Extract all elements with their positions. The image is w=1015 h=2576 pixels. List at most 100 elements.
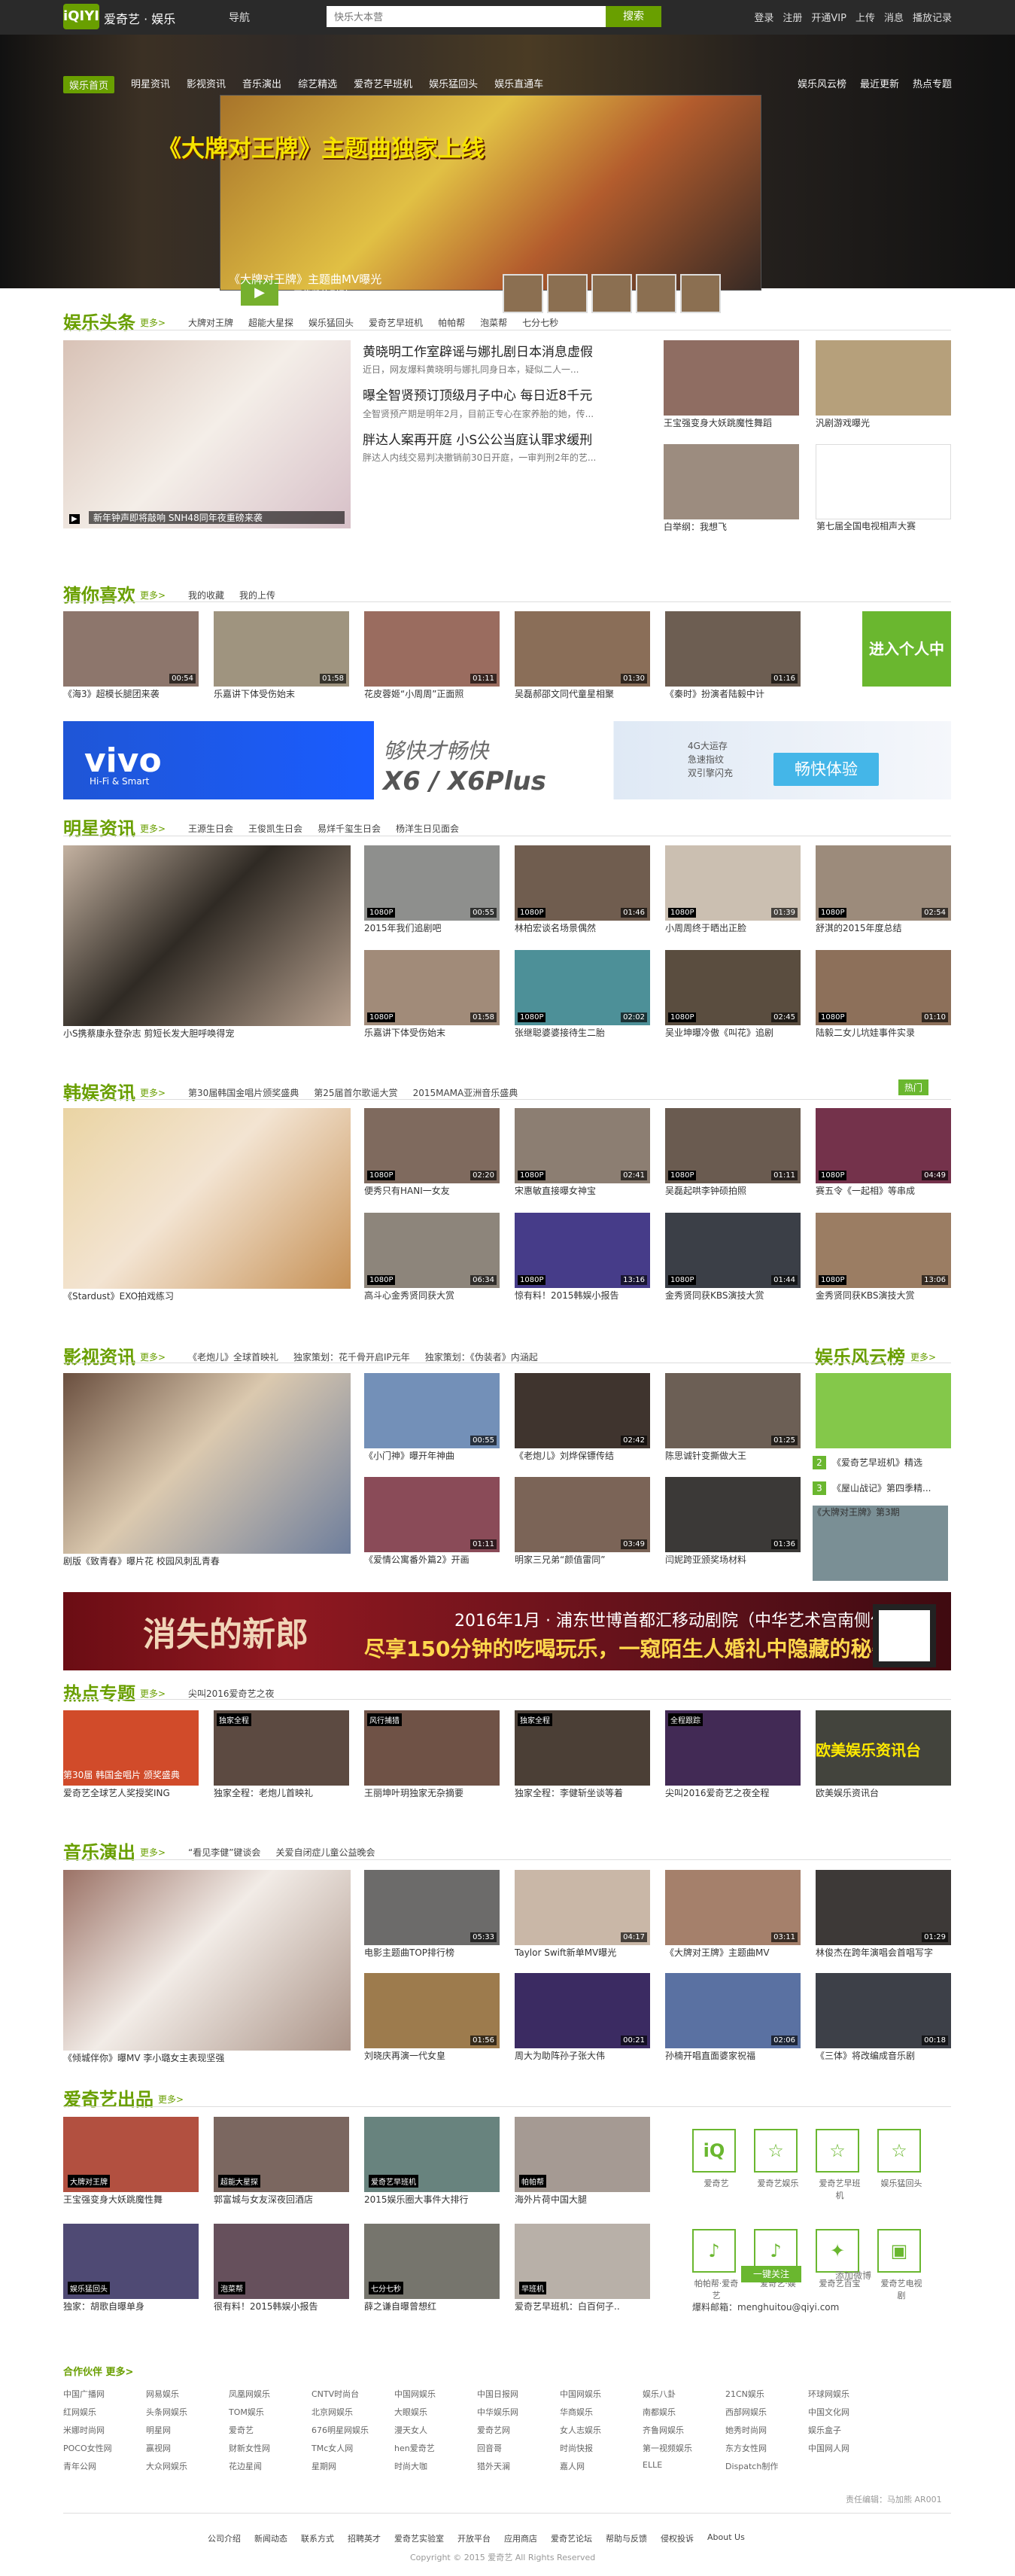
product-icon-6[interactable]: ♪ 爱奇艺·娱 bbox=[754, 2229, 802, 2301]
hero-thumb-1[interactable] bbox=[503, 274, 543, 313]
nav-morning[interactable]: 爱奇艺早班机 bbox=[354, 76, 412, 93]
partner-link-25[interactable]: 漫天女人 bbox=[394, 2424, 477, 2436]
partner-link-48[interactable]: ELLE bbox=[643, 2460, 725, 2472]
headline-item-2-title[interactable]: 曝全智贤预订顶级月子中心 每日近8千元 bbox=[363, 386, 641, 406]
korea-lead-card[interactable]: 《Stardust》EXO拍戏练习 bbox=[63, 1108, 351, 1302]
music-tab-2[interactable]: 关爱自闭症儿童公益晚会 bbox=[275, 1846, 375, 1859]
guess-card-5[interactable]: 01:16 《秦时》扮演者陆毅中计 bbox=[665, 611, 801, 699]
partner-link-44[interactable]: 星期网 bbox=[311, 2460, 394, 2472]
music-grid-1[interactable]: 05:33 电影主题曲TOP排行榜 bbox=[364, 1870, 500, 1958]
korea-grid-2[interactable]: 1080P 02:41 宋惠敏直接曝女神宝 bbox=[515, 1108, 650, 1196]
nav-film[interactable]: 影视资讯 bbox=[187, 76, 226, 93]
headline-right-card-1[interactable]: 王宝强变身大妖跳魔性舞蹈 bbox=[664, 340, 799, 428]
music-grid-3[interactable]: 03:11 《大牌对王牌》主题曲MV bbox=[665, 1870, 801, 1958]
star-grid-5[interactable]: 1080P 01:58 乐嘉讲下体受伤始末 bbox=[364, 950, 500, 1038]
korea-grid-7[interactable]: 1080P 01:44 金秀贤同获KBS演技大赏 bbox=[665, 1213, 801, 1301]
bottom-link-6[interactable]: 开放平台 bbox=[457, 2532, 491, 2544]
nav-stars[interactable]: 明星资讯 bbox=[131, 76, 170, 93]
search-button[interactable]: 搜索 bbox=[606, 6, 661, 27]
star-grid-8[interactable]: 1080P 01:10 陆毅二女儿坑娃事件实录 bbox=[816, 950, 951, 1038]
music-grid-8[interactable]: 00:18 《三体》将改编成音乐剧 bbox=[816, 1973, 951, 2061]
search-input[interactable] bbox=[327, 6, 606, 27]
partner-link-31[interactable]: POCO女性网 bbox=[63, 2442, 146, 2454]
partner-link-1[interactable]: 中国广播网 bbox=[63, 2388, 146, 2400]
nav-home[interactable]: 娱乐首页 bbox=[63, 76, 115, 93]
nav-express[interactable]: 娱乐直通车 bbox=[494, 76, 543, 93]
partner-link-16[interactable]: 中华娱乐网 bbox=[477, 2406, 560, 2418]
ad-cta-button[interactable]: 畅快体验 bbox=[773, 753, 879, 786]
hot-card-5[interactable]: 全程跟踪 尖叫2016爱奇艺之夜全程 bbox=[665, 1710, 801, 1798]
music-grid-5[interactable]: 01:56 刘晓庆再演一代女皇 bbox=[364, 1973, 500, 2061]
product-card-2[interactable]: 超能大星探 郭富城与女友深夜回酒店 bbox=[214, 2117, 349, 2205]
partner-link-29[interactable]: 她秀时尚网 bbox=[725, 2424, 808, 2436]
headline-item-3-title[interactable]: 胖达人案再开庭 小S公公当庭认罪求缓刑 bbox=[363, 431, 641, 451]
hot-card-3[interactable]: 风行捕猎 王丽坤叶玥独家无杂摘要 bbox=[364, 1710, 500, 1798]
star-grid-6[interactable]: 1080P 02:02 张继聪婆婆接待生二胎 bbox=[515, 950, 650, 1038]
event-ad-banner[interactable]: 消失的新郎 2016年1月 · 浦东世博首都汇移动剧院（中华艺术宫南侧停车场） … bbox=[63, 1592, 951, 1670]
korea-grid-3[interactable]: 1080P 01:11 吴磊起哄李钟硕拍照 bbox=[665, 1108, 801, 1196]
headline-item-1-title[interactable]: 黄晓明工作室辟谣与娜扎剧日本消息虚假 bbox=[363, 343, 641, 363]
partner-link-38[interactable]: 第一视频娱乐 bbox=[643, 2442, 725, 2454]
partner-link-22[interactable]: 明星网 bbox=[146, 2424, 229, 2436]
bottom-link-7[interactable]: 应用商店 bbox=[504, 2532, 537, 2544]
hero-thumb-3[interactable] bbox=[591, 274, 632, 313]
star-tab-2[interactable]: 王俊凯生日会 bbox=[248, 822, 302, 835]
product-card-3[interactable]: 爱奇艺早班机 2015娱乐圈大事件大排行 bbox=[364, 2117, 500, 2205]
bottom-link-9[interactable]: 帮助与反馈 bbox=[606, 2532, 647, 2544]
headline-tab-2[interactable]: 超能大星探 bbox=[248, 316, 293, 329]
upload-link[interactable]: 上传 bbox=[855, 10, 875, 24]
product-icon-2[interactable]: ☆ 爱奇艺娱乐 bbox=[754, 2129, 802, 2201]
nav-review[interactable]: 娱乐猛回头 bbox=[429, 76, 478, 93]
hot-card-2[interactable]: 独家全程 独家全程：老炮儿首映礼 bbox=[214, 1710, 349, 1798]
nav-variety[interactable]: 综艺精选 bbox=[298, 76, 337, 93]
partner-link-10[interactable]: 环球网娱乐 bbox=[808, 2388, 891, 2400]
hero-image[interactable] bbox=[220, 95, 761, 291]
partner-link-20[interactable]: 中国文化网 bbox=[808, 2406, 891, 2418]
headline-more[interactable]: 更多> bbox=[140, 316, 166, 329]
partner-link-47[interactable]: 嘉人网 bbox=[560, 2460, 643, 2472]
hero-thumb-2[interactable] bbox=[547, 274, 588, 313]
partner-link-30[interactable]: 娱乐盒子 bbox=[808, 2424, 891, 2436]
search-box[interactable] bbox=[327, 6, 606, 27]
partner-link-50[interactable] bbox=[808, 2460, 891, 2472]
film-tab-3[interactable]: 独家策划：《伪装者》内涵起 bbox=[425, 1350, 538, 1363]
partner-link-33[interactable]: 财新女性网 bbox=[229, 2442, 311, 2454]
headline-tab-4[interactable]: 爱奇艺早班机 bbox=[369, 316, 423, 329]
korea-grid-5[interactable]: 1080P 06:34 高斗心金秀贤同获大赏 bbox=[364, 1213, 500, 1301]
nav-updates[interactable]: 最近更新 bbox=[860, 76, 899, 90]
partner-link-26[interactable]: 爱奇艺网 bbox=[477, 2424, 560, 2436]
partner-link-34[interactable]: TMc女人网 bbox=[311, 2442, 394, 2454]
partner-link-3[interactable]: 凤凰网娱乐 bbox=[229, 2388, 311, 2400]
partner-link-7[interactable]: 中国网娱乐 bbox=[560, 2388, 643, 2400]
hot-card-4[interactable]: 独家全程 独家全程：李健斩坐谈等着 bbox=[515, 1710, 650, 1798]
film-tab-1[interactable]: 《老炮儿》全球首映礼 bbox=[188, 1350, 278, 1363]
partner-link-32[interactable]: 赢视网 bbox=[146, 2442, 229, 2454]
hot-card-1[interactable]: 第30届 韩国金唱片 颁奖盛典 爱奇艺全球艺人奖授奖ING bbox=[63, 1710, 199, 1798]
rank-item-3[interactable]: 《大牌对王牌》第3期 bbox=[813, 1506, 948, 1581]
partner-link-28[interactable]: 齐鲁网娱乐 bbox=[643, 2424, 725, 2436]
star-grid-3[interactable]: 1080P 01:39 小周周终于晒出正脸 bbox=[665, 845, 801, 933]
partner-link-19[interactable]: 西部网娱乐 bbox=[725, 2406, 808, 2418]
guess-tab-2[interactable]: 我的上传 bbox=[239, 589, 275, 601]
rank-more[interactable]: 更多> bbox=[910, 1350, 936, 1363]
history-link[interactable]: 播放记录 bbox=[913, 10, 952, 24]
star-grid-7[interactable]: 1080P 02:45 吴业坤曝冷傲《叫花》追剧 bbox=[665, 950, 801, 1038]
headline-tab-6[interactable]: 泡菜帮 bbox=[480, 316, 507, 329]
hot-tab-1[interactable]: 尖叫2016爱奇艺之夜 bbox=[188, 1687, 275, 1700]
partner-link-24[interactable]: 676明星网娱乐 bbox=[311, 2424, 394, 2436]
headline-tab-5[interactable]: 帕帕帮 bbox=[438, 316, 465, 329]
headline-right-card-4[interactable]: 第七届全国电视相声大赛 bbox=[816, 444, 951, 531]
messages-link[interactable]: 消息 bbox=[884, 10, 904, 24]
film-grid-2[interactable]: 02:42 《老炮儿》刘烨保镖传结 bbox=[515, 1373, 650, 1461]
partner-link-40[interactable]: 中国网人网 bbox=[808, 2442, 891, 2454]
hero-thumb-5[interactable] bbox=[680, 274, 721, 313]
korea-tab-1[interactable]: 第30届韩国金唱片颁奖盛典 bbox=[188, 1086, 299, 1099]
film-more[interactable]: 更多> bbox=[140, 1350, 166, 1363]
headline-lead-card[interactable]: ▶ 新年钟声即将敲响 SNH48同年夜重磅来袭 bbox=[63, 340, 351, 528]
partner-link-12[interactable]: 头条网娱乐 bbox=[146, 2406, 229, 2418]
partner-link-14[interactable]: 北京网娱乐 bbox=[311, 2406, 394, 2418]
korea-grid-4[interactable]: 1080P 04:49 赛五令《一起相》等串成 bbox=[816, 1108, 951, 1196]
partner-link-35[interactable]: hen爱奇艺 bbox=[394, 2442, 477, 2454]
music-grid-4[interactable]: 01:29 林俊杰在跨年演唱会首唱写字 bbox=[816, 1870, 951, 1958]
partner-link-11[interactable]: 红网娱乐 bbox=[63, 2406, 146, 2418]
